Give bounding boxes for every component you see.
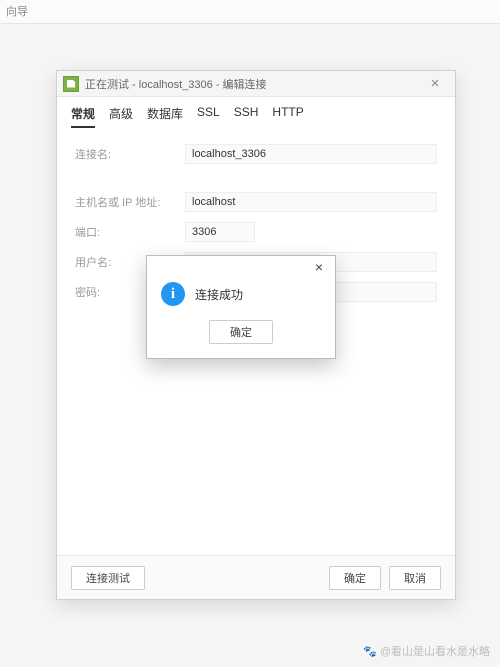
input-host[interactable] <box>185 192 437 212</box>
dialog-footer: 连接测试 确定 取消 <box>57 555 455 599</box>
close-icon[interactable]: × <box>309 259 329 275</box>
info-icon: i <box>161 282 185 306</box>
tab-ssl[interactable]: SSL <box>197 105 220 128</box>
message-text: 连接成功 <box>195 286 243 303</box>
tab-ssh[interactable]: SSH <box>234 105 259 128</box>
label-port: 端口: <box>75 224 185 240</box>
cancel-button[interactable]: 取消 <box>389 566 441 590</box>
paw-icon: 🐾 <box>363 646 377 658</box>
message-ok-button[interactable]: 确定 <box>209 320 273 344</box>
input-connection-name[interactable] <box>185 144 437 164</box>
close-icon[interactable]: × <box>421 75 449 92</box>
tab-advanced[interactable]: 高级 <box>109 105 133 128</box>
message-dialog-header: × <box>147 256 335 278</box>
test-connection-button[interactable]: 连接测试 <box>71 566 145 590</box>
tab-http[interactable]: HTTP <box>272 105 303 128</box>
title-bar: 正在测试 - localhost_3306 - 编辑连接 × <box>57 71 455 97</box>
tab-general[interactable]: 常规 <box>71 105 95 128</box>
tab-bar: 常规 高级 数据库 SSL SSH HTTP <box>57 97 455 134</box>
parent-window-strip: 向导 <box>0 0 500 24</box>
input-port[interactable] <box>185 222 255 242</box>
message-dialog: × i 连接成功 确定 <box>146 255 336 359</box>
ok-button[interactable]: 确定 <box>329 566 381 590</box>
window-title: 正在测试 - localhost_3306 - 编辑连接 <box>85 76 421 92</box>
label-connection-name: 连接名: <box>75 146 185 162</box>
tab-database[interactable]: 数据库 <box>147 105 183 128</box>
app-icon <box>63 76 79 92</box>
watermark: 🐾@看山是山看水是水略 <box>363 643 490 659</box>
label-host: 主机名或 IP 地址: <box>75 194 185 210</box>
